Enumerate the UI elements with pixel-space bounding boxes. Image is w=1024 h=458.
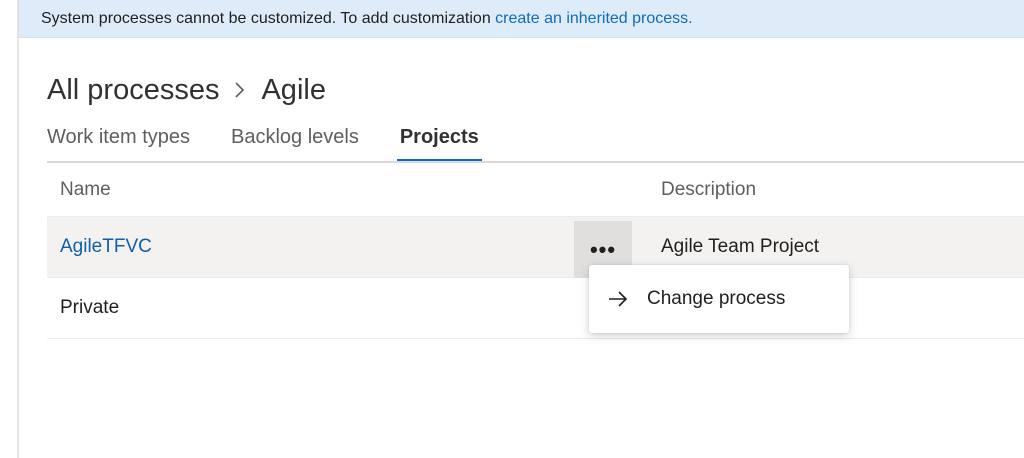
table-row[interactable]: Private — [47, 278, 1024, 339]
tab-bar: Work item types Backlog levels Projects — [47, 120, 520, 163]
breadcrumb-all-processes[interactable]: All processes — [47, 74, 219, 107]
more-icon: ••• — [589, 236, 617, 262]
banner-text: System processes cannot be customized. T… — [41, 10, 496, 27]
tab-projects[interactable]: Projects — [396, 120, 482, 162]
tab-work-item-types[interactable]: Work item types — [47, 120, 190, 162]
projects-table: Name Description AgileTFVC ••• Agile Tea… — [47, 163, 1024, 339]
breadcrumb-agile: Agile — [261, 73, 326, 106]
table-row[interactable]: AgileTFVC ••• Agile Team Project — [47, 217, 1024, 278]
project-description: Agile Team Project — [661, 236, 820, 257]
tab-backlog-levels[interactable]: Backlog levels — [231, 120, 359, 162]
project-name-private[interactable]: Private — [60, 297, 119, 319]
left-border — [17, 0, 19, 458]
page: System processes cannot be customized. T… — [0, 0, 1024, 458]
context-menu: Change process — [589, 265, 849, 333]
create-inherited-process-link[interactable]: create an inherited process. — [495, 10, 692, 27]
change-process-label: Change process — [647, 288, 786, 309]
table-header: Name Description — [47, 163, 1024, 217]
info-banner: System processes cannot be customized. T… — [19, 0, 1024, 38]
column-header-name[interactable]: Name — [60, 179, 111, 201]
breadcrumb: All processes Agile — [47, 70, 326, 110]
project-link-agiletfvc[interactable]: AgileTFVC — [60, 236, 152, 258]
arrow-right-icon — [607, 289, 629, 309]
column-header-description[interactable]: Description — [661, 179, 756, 201]
chevron-right-icon — [233, 80, 247, 100]
change-process-menu-item[interactable]: Change process — [589, 277, 849, 321]
